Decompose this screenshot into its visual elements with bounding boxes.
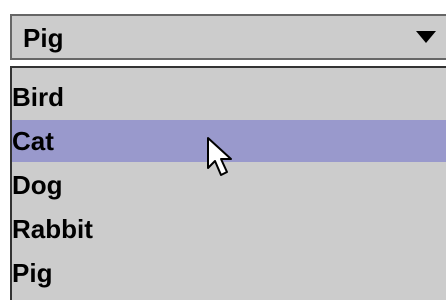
mouse-pointer-icon <box>207 137 232 176</box>
dropdown-list: Bird Cat Dog Rabbit Pig <box>10 66 446 300</box>
animal-combo-box[interactable]: Pig <box>10 14 446 60</box>
list-item-label: Dog <box>12 170 63 200</box>
list-item-bird[interactable]: Bird <box>12 76 446 118</box>
list-item-label: Cat <box>12 126 54 156</box>
triangle-down-icon[interactable] <box>406 16 446 58</box>
list-item-label: Rabbit <box>12 214 93 244</box>
list-item-label: Pig <box>12 258 53 288</box>
list-item-pig[interactable]: Pig <box>12 252 446 294</box>
list-item-label: Bird <box>12 82 64 112</box>
combo-selected-value: Pig <box>23 23 64 53</box>
list-item-rabbit[interactable]: Rabbit <box>12 208 446 250</box>
